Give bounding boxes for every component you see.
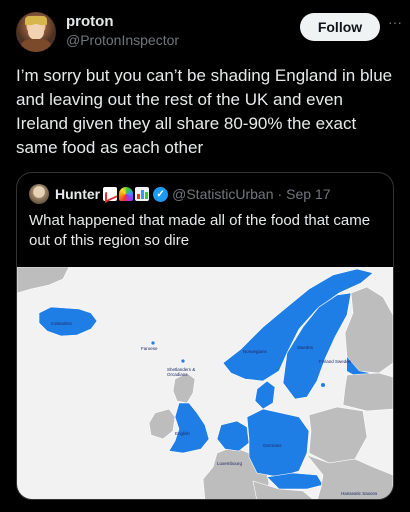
england-shape — [168, 402, 210, 454]
avatar-coat — [20, 39, 52, 52]
label-luxembourg: Luxembourg — [217, 461, 243, 466]
faroe-shape — [151, 341, 155, 345]
handle[interactable]: @ProtonInspector — [66, 31, 179, 49]
denmark-shape — [254, 380, 276, 410]
label-english: English — [175, 431, 190, 436]
quoted-post-header: Hunter ✓ @StatisticUrban · Sep 17 — [29, 184, 331, 204]
label-germans: Germans — [263, 443, 282, 448]
label-icelanders: Icelanders — [51, 321, 72, 326]
rainbow-emoji-icon — [119, 187, 134, 201]
verified-badge-icon: ✓ — [153, 186, 169, 202]
follow-button[interactable]: Follow — [300, 13, 380, 41]
poland-shape — [308, 406, 368, 464]
post-header: proton @ProtonInspector Follow ··· — [16, 12, 402, 52]
europe-map — [17, 267, 393, 499]
display-name[interactable]: proton — [66, 13, 179, 31]
label-hanseatic: Hanseatic Saxons — [341, 491, 378, 496]
baltics-shape — [342, 372, 393, 412]
ireland-shape — [148, 408, 176, 440]
greenland-shape — [17, 267, 70, 294]
quoted-post[interactable]: Hunter ✓ @StatisticUrban · Sep 17 What h… — [16, 172, 394, 500]
separator-dot: · — [277, 186, 283, 202]
label-finland-swedes: Finland Swedes — [319, 359, 352, 364]
label-shetlanders: Shetlanders & Orcadians — [167, 367, 196, 377]
quoted-date: Sep 17 — [286, 186, 331, 202]
quoted-avatar — [29, 184, 49, 204]
quoted-display-name: Hunter — [55, 186, 101, 202]
label-faroese: Faroese — [141, 346, 158, 351]
label-swedes: Swedes — [297, 345, 314, 350]
avatar-face — [28, 24, 44, 40]
post-text: I’m sorry but you can’t be shading Engla… — [16, 66, 393, 157]
more-options-icon[interactable]: ··· — [384, 15, 406, 39]
bar-chart-emoji-icon — [135, 187, 150, 201]
avatar[interactable] — [16, 12, 56, 52]
author-names: proton @ProtonInspector — [66, 13, 179, 49]
benelux-shape — [216, 420, 250, 452]
shetland-shape — [181, 359, 185, 363]
quoted-map-image[interactable]: Icelanders Faroese Shetlanders & Orcadia… — [17, 267, 393, 499]
gotland-shape — [321, 383, 325, 387]
chart-increasing-emoji-icon — [103, 187, 118, 201]
finland-shape — [344, 286, 393, 374]
label-norwegians: Norwegians — [243, 349, 267, 354]
quoted-handle: @StatisticUrban — [172, 186, 274, 202]
scotland-shape — [172, 372, 196, 404]
quoted-text: What happened that made all of the food … — [29, 212, 371, 249]
